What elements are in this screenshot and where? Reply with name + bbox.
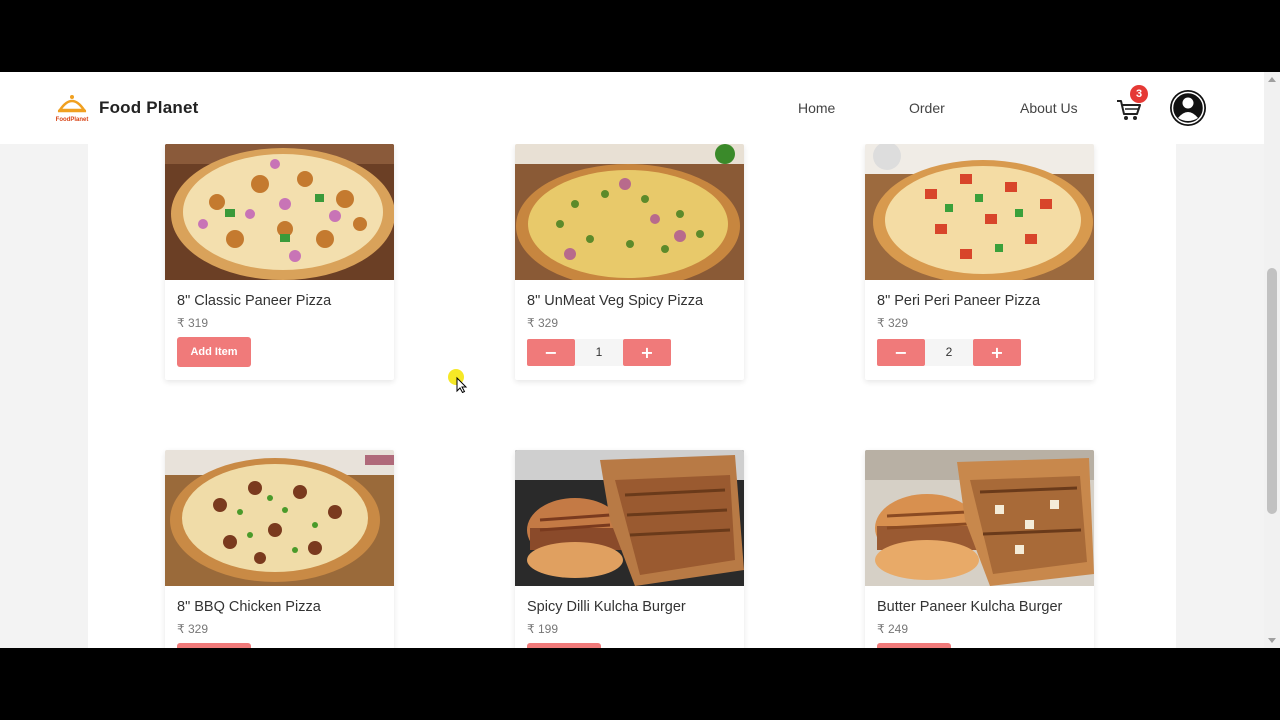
add-item-button[interactable]: Add Item (177, 337, 251, 367)
pizza-image (165, 144, 394, 280)
item-name: 8" Classic Paneer Pizza (177, 293, 332, 309)
pizza-image (865, 144, 1094, 280)
item-price: ₹ 329 (177, 622, 208, 636)
burger-image (515, 450, 744, 586)
pizza-image (515, 144, 744, 280)
menu-card-butter-paneer-kulcha-burger: Butter Paneer Kulcha Burger ₹ 249 Add It… (865, 450, 1094, 648)
add-item-button[interactable]: Add Item (177, 643, 251, 648)
item-name: 8" Peri Peri Paneer Pizza (877, 293, 1041, 309)
food-planet-logo[interactable]: FoodPlanet (54, 90, 90, 124)
quantity-value: 2 (925, 339, 973, 366)
scroll-up-arrow-icon[interactable] (1268, 77, 1276, 82)
item-name: 8" UnMeat Veg Spicy Pizza (527, 293, 704, 309)
item-price: ₹ 249 (877, 622, 908, 636)
nav-link-home[interactable]: Home (798, 100, 835, 116)
logo-text: FoodPlanet (56, 117, 89, 123)
add-item-button[interactable]: Add Item (527, 643, 601, 648)
quantity-value: 1 (575, 339, 623, 366)
browser-viewport: 8" Classic Paneer Pizza ₹ 319 Add Item 8… (0, 72, 1280, 648)
menu-card-spicy-dilli-kulcha-burger: Spicy Dilli Kulcha Burger ₹ 199 Add Item (515, 450, 744, 648)
pizza-image (165, 450, 394, 586)
menu-card-classic-paneer-pizza: 8" Classic Paneer Pizza ₹ 319 Add Item (165, 144, 394, 380)
scrollbar-thumb[interactable] (1267, 268, 1277, 514)
decrease-quantity-button[interactable]: − (527, 339, 575, 366)
item-price: ₹ 329 (877, 316, 908, 330)
decrease-quantity-button[interactable]: − (877, 339, 925, 366)
item-name: 8" BBQ Chicken Pizza (177, 599, 321, 615)
menu-card-unmeat-veg-spicy-pizza: 8" UnMeat Veg Spicy Pizza ₹ 329 − 1 + (515, 144, 744, 380)
menu-card-peri-peri-paneer-pizza: 8" Peri Peri Paneer Pizza ₹ 329 − 2 + (865, 144, 1094, 380)
item-name: Spicy Dilli Kulcha Burger (527, 599, 686, 615)
add-item-button[interactable]: Add Item (877, 643, 951, 648)
navbar: FoodPlanet Food Planet Home Order About … (0, 72, 1264, 144)
brand-name[interactable]: Food Planet (99, 98, 198, 118)
cart-count-badge: 3 (1130, 85, 1148, 103)
burger-image (865, 450, 1094, 586)
mouse-cursor-icon (448, 369, 468, 393)
item-price: ₹ 199 (527, 622, 558, 636)
nav-link-about-us[interactable]: About Us (1020, 100, 1078, 116)
nav-link-order[interactable]: Order (909, 100, 945, 116)
increase-quantity-button[interactable]: + (623, 339, 671, 366)
item-price: ₹ 329 (527, 316, 558, 330)
item-name: Butter Paneer Kulcha Burger (877, 599, 1063, 615)
increase-quantity-button[interactable]: + (973, 339, 1021, 366)
menu-card-bbq-chicken-pizza: 8" BBQ Chicken Pizza ₹ 329 Add Item (165, 450, 394, 648)
vertical-scrollbar[interactable] (1264, 72, 1280, 648)
item-price: ₹ 319 (177, 316, 208, 330)
user-avatar-icon[interactable] (1170, 90, 1206, 126)
scroll-down-arrow-icon[interactable] (1268, 638, 1276, 643)
